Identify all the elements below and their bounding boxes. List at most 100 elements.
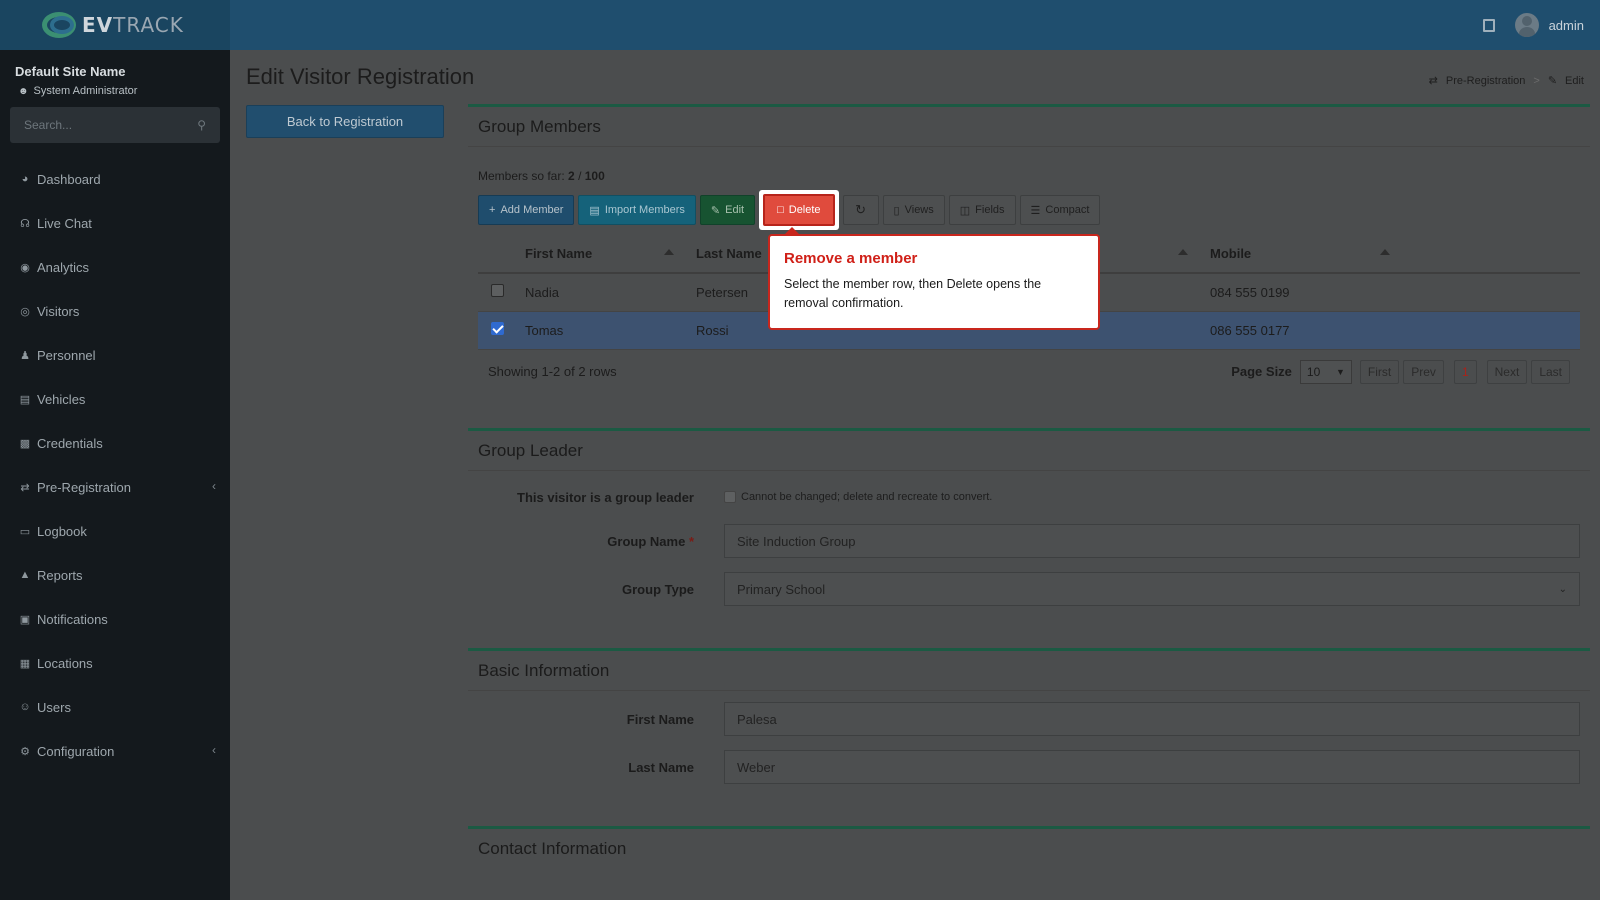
page-next-button[interactable]: Next — [1486, 359, 1528, 384]
page-prev-button[interactable]: Prev — [1403, 359, 1444, 384]
breadcrumb-separator: > — [1533, 74, 1540, 87]
sidebar-item-logbook[interactable]: ▭ Logbook — [0, 509, 230, 553]
page-size-select[interactable]: 10 ▼ — [1299, 359, 1352, 384]
breadcrumb: ⇄ Pre-Registration > ✎ Edit — [1428, 74, 1584, 88]
sidebar-item-analytics[interactable]: ◉ Analytics — [0, 245, 230, 289]
sidebar-item-pre-registration[interactable]: ⇄ Pre-Registration ‹ — [0, 465, 230, 509]
edit-member-button[interactable]: ✎ Edit — [699, 195, 756, 225]
sidebar-item-vehicles[interactable]: ▤ Vehicles — [0, 377, 230, 421]
target-icon: ◉ — [20, 261, 30, 274]
list-icon: ☰ — [1030, 204, 1041, 217]
building-icon[interactable] — [1482, 18, 1495, 32]
refresh-button[interactable]: ↻ — [842, 195, 879, 225]
page-last-button[interactable]: Last — [1531, 359, 1570, 384]
panel-title: Contact Information — [478, 839, 627, 858]
users-icon: ☺ — [19, 701, 31, 713]
file-import-icon: ▤ — [589, 204, 600, 217]
logo-icon — [38, 10, 82, 40]
delete-member-button[interactable]: □ Delete — [763, 194, 835, 226]
disabled-checkbox — [724, 491, 736, 503]
sidebar-item-personnel[interactable]: ♟ Personnel — [0, 333, 230, 377]
page-current-button[interactable]: 1 — [1453, 359, 1477, 384]
last-name-input[interactable]: Weber — [724, 750, 1580, 784]
delete-tooltip: Remove a member Select the member row, t… — [768, 227, 1100, 330]
back-to-registration-button[interactable]: Back to Registration — [246, 105, 444, 138]
sidebar-item-locations[interactable]: ▦ Locations — [0, 641, 230, 685]
sidebar-item-configuration[interactable]: ⚙ Configuration ‹ — [0, 729, 230, 773]
row-checkbox[interactable] — [491, 284, 504, 298]
group-name-label: Group Name * — [607, 533, 694, 549]
cell-mobile: 084 555 0199 — [1202, 273, 1580, 312]
cell-first-name: Tomas — [517, 311, 688, 350]
fields-button[interactable]: ◫ Fields — [948, 195, 1016, 225]
sort-asc-icon — [1178, 249, 1188, 255]
sidebar-item-users[interactable]: ☺ Users — [0, 685, 230, 729]
group-leader-label: This visitor is a group leader — [517, 489, 694, 505]
user-name: admin — [1548, 17, 1584, 33]
pagination: Page Size 10 ▼ First Prev 1 Next Last — [1231, 359, 1570, 384]
sidebar-item-credentials[interactable]: ▩ Credentials — [0, 421, 230, 465]
brand-name: EVTRACK — [82, 13, 184, 37]
dashboard-icon: ◕ — [21, 173, 29, 185]
import-members-button[interactable]: ▤ Import Members — [578, 195, 696, 225]
members-toolbar: + Add Member ▤ Import Members ✎ Edit □ Delet… — [478, 190, 1580, 230]
headset-icon: ☊ — [20, 217, 30, 230]
breadcrumb-edit: Edit — [1565, 74, 1584, 87]
chat-icon: ▣ — [19, 613, 31, 626]
sort-asc-icon — [1380, 249, 1390, 255]
panel-title: Group Members — [468, 107, 1590, 147]
book-icon: ▭ — [19, 525, 31, 538]
group-name-input[interactable]: Site Induction Group — [724, 524, 1580, 558]
brand-logo[interactable]: EVTRACK — [0, 0, 230, 50]
group-leader-checkbox: Cannot be changed; delete and recreate t… — [724, 491, 992, 503]
group-type-select[interactable]: Primary School ⌄ — [724, 572, 1580, 606]
eye-icon: ◎ — [20, 305, 30, 318]
group-type-label: Group Type — [622, 581, 694, 597]
swap-icon: ⇄ — [1428, 75, 1438, 87]
main-content: Edit Visitor Registration ⇄ Pre-Registra… — [230, 50, 1600, 900]
cell-mobile: 086 555 0177 — [1202, 311, 1580, 350]
add-member-button[interactable]: + Add Member — [478, 195, 575, 225]
page-title: Edit Visitor Registration — [246, 64, 475, 89]
sidebar-search-input[interactable]: Search... ⚲ — [10, 107, 220, 143]
gear-icon: ⚙ — [20, 745, 30, 758]
chevron-left-icon: ‹ — [212, 743, 216, 757]
column-first-name[interactable]: First Name — [517, 235, 688, 274]
search-placeholder: Search... — [24, 118, 73, 132]
chevron-left-icon: ‹ — [212, 479, 216, 493]
tooltip-title: Remove a member — [784, 250, 918, 267]
breadcrumb-pre-registration[interactable]: Pre-Registration — [1446, 75, 1525, 87]
select-column — [478, 235, 517, 274]
compact-button[interactable]: ☰ Compact — [1019, 195, 1101, 225]
pencil-icon: ✎ — [710, 204, 721, 217]
views-button[interactable]: ▯ Views — [882, 195, 945, 225]
chevron-down-icon: ⌄ — [1558, 583, 1567, 595]
search-icon[interactable]: ⚲ — [197, 118, 206, 132]
badge-icon: ▩ — [19, 437, 31, 450]
last-name-label: Last Name — [628, 759, 694, 775]
first-name-label: First Name — [626, 711, 694, 727]
user-menu[interactable]: admin — [1514, 13, 1584, 37]
column-mobile[interactable]: Mobile — [1202, 235, 1580, 274]
sidebar-item-live-chat[interactable]: ☊ Live Chat — [0, 201, 230, 245]
sidebar-nav: ◕ Dashboard ☊ Live Chat ◉ Analytics ◎ Visito… — [0, 157, 230, 773]
sidebar-item-reports[interactable]: ▲ Reports — [0, 553, 230, 597]
car-icon: ▤ — [19, 393, 31, 406]
refresh-icon: ↻ — [855, 202, 866, 217]
columns-icon: ◫ — [959, 204, 971, 217]
chevron-down-icon: ▼ — [1336, 366, 1345, 377]
contact-information-panel: Contact Information — [468, 826, 1590, 900]
cell-first-name: Nadia — [517, 273, 688, 312]
sidebar-item-notifications[interactable]: ▣ Notifications — [0, 597, 230, 641]
row-checkbox[interactable] — [491, 322, 504, 335]
panel-title: Basic Information — [468, 651, 1590, 691]
page-first-button[interactable]: First — [1359, 359, 1400, 384]
user-icon: ☻ — [18, 85, 29, 97]
page-size-label: Page Size — [1231, 364, 1292, 379]
user-role: ☻ System Administrator — [18, 85, 138, 97]
sidebar-item-dashboard[interactable]: ◕ Dashboard — [0, 157, 230, 201]
map-icon: ▦ — [19, 657, 31, 670]
tooltip-body: Select the member row, then Delete opens… — [784, 277, 1042, 310]
first-name-input[interactable]: Palesa — [724, 702, 1580, 736]
sidebar-item-visitors[interactable]: ◎ Visitors — [0, 289, 230, 333]
